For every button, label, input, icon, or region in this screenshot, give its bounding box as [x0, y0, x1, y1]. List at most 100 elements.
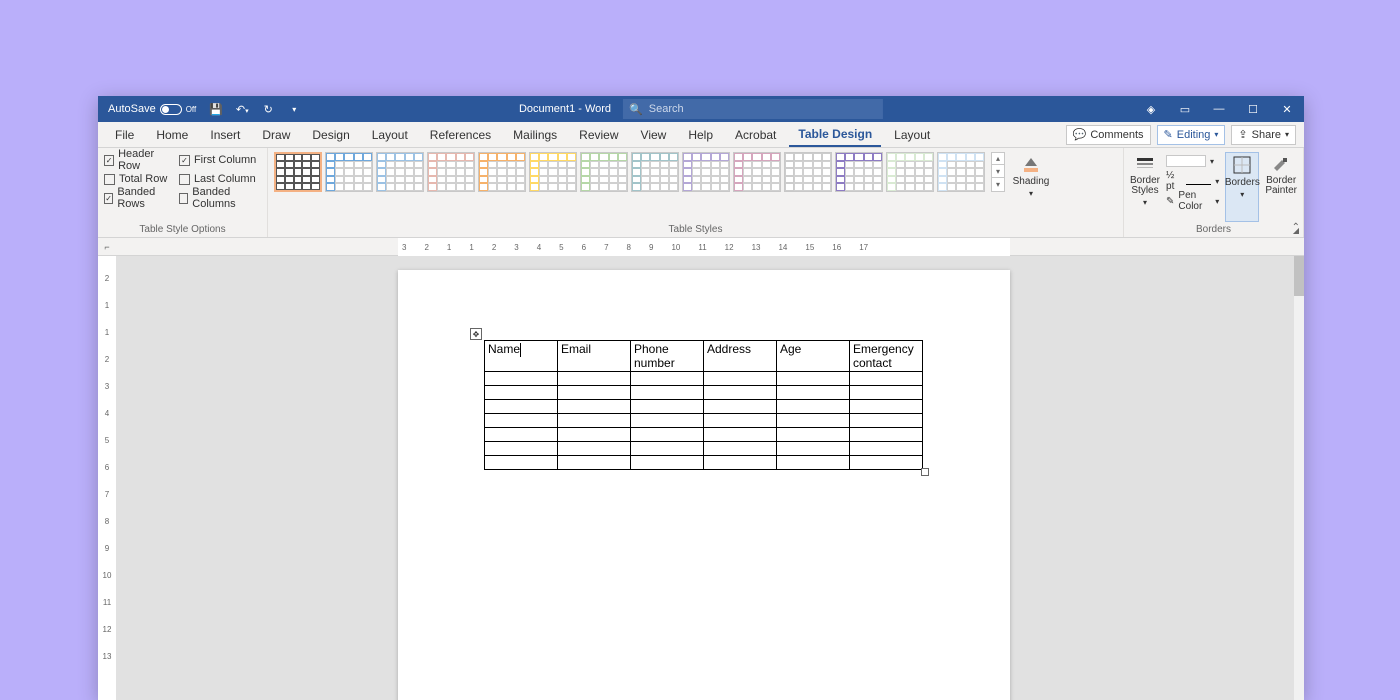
table-row[interactable]: [485, 400, 923, 414]
horizontal-ruler[interactable]: 3211234567891011121314151617: [398, 238, 1010, 256]
table-style-thumb[interactable]: [325, 152, 373, 192]
table-cell[interactable]: [704, 428, 777, 442]
border-painter-button[interactable]: Border Painter: [1265, 152, 1297, 222]
border-weight[interactable]: ½ pt▾: [1166, 172, 1219, 190]
maximize-button[interactable]: ☐: [1236, 96, 1270, 122]
table-style-thumb[interactable]: [427, 152, 475, 192]
table-resize-handle[interactable]: [921, 468, 929, 476]
autosave-toggle[interactable]: [160, 104, 182, 115]
table-row[interactable]: [485, 386, 923, 400]
table-cell[interactable]: [631, 400, 704, 414]
table-cell[interactable]: [631, 456, 704, 470]
table-cell[interactable]: [704, 400, 777, 414]
ribbon-display-icon[interactable]: ▭: [1168, 96, 1202, 122]
qat-customize-icon[interactable]: ▾: [284, 105, 304, 114]
table-cell[interactable]: [777, 400, 850, 414]
tab-acrobat[interactable]: Acrobat: [726, 122, 785, 147]
close-button[interactable]: ✕: [1270, 96, 1304, 122]
table-style-thumb[interactable]: [835, 152, 883, 192]
table-style-thumb[interactable]: [478, 152, 526, 192]
tab-home[interactable]: Home: [147, 122, 197, 147]
borders-button[interactable]: Borders ▾: [1225, 152, 1259, 222]
pen-color[interactable]: ✎Pen Color▾: [1166, 192, 1219, 210]
autosave-control[interactable]: AutoSave Off: [104, 101, 200, 117]
table-row[interactable]: [485, 456, 923, 470]
table-cell[interactable]: [777, 414, 850, 428]
table-cell[interactable]: [558, 428, 631, 442]
table-move-handle[interactable]: ✥: [470, 328, 482, 340]
table-row[interactable]: [485, 442, 923, 456]
table-cell[interactable]: [850, 456, 923, 470]
tab-design[interactable]: Design: [303, 122, 358, 147]
table-header-cell[interactable]: Email: [558, 341, 631, 372]
table-cell[interactable]: [485, 400, 558, 414]
checkbox-last-column[interactable]: Last Column: [179, 171, 261, 187]
table-cell[interactable]: [850, 386, 923, 400]
redo-icon[interactable]: ↻: [258, 103, 278, 116]
vertical-scrollbar[interactable]: [1294, 256, 1304, 700]
document-page[interactable]: ✥ NameEmailPhone numberAddressAgeEmergen…: [398, 270, 1010, 700]
comments-button[interactable]: 💬Comments: [1066, 125, 1151, 145]
table-cell[interactable]: [850, 428, 923, 442]
table-style-thumb[interactable]: [733, 152, 781, 192]
table-cell[interactable]: [558, 456, 631, 470]
table-style-thumb[interactable]: [376, 152, 424, 192]
table-cell[interactable]: [558, 372, 631, 386]
minimize-button[interactable]: ―: [1202, 96, 1236, 122]
border-styles-button[interactable]: Border Styles ▾: [1130, 152, 1160, 222]
tab-draw[interactable]: Draw: [253, 122, 299, 147]
table-cell[interactable]: [850, 372, 923, 386]
table-cell[interactable]: [704, 372, 777, 386]
table-cell[interactable]: [631, 442, 704, 456]
table-style-thumb[interactable]: [631, 152, 679, 192]
table-cell[interactable]: [631, 428, 704, 442]
tab-table-layout[interactable]: Layout: [885, 122, 939, 147]
table-header-cell[interactable]: Address: [704, 341, 777, 372]
table-cell[interactable]: [777, 428, 850, 442]
shading-button[interactable]: Shading ▾: [1011, 152, 1051, 198]
tab-layout[interactable]: Layout: [363, 122, 417, 147]
table-row[interactable]: [485, 414, 923, 428]
table-cell[interactable]: [777, 386, 850, 400]
document-table[interactable]: NameEmailPhone numberAddressAgeEmergency…: [484, 340, 923, 470]
table-cell[interactable]: [704, 386, 777, 400]
tab-references[interactable]: References: [421, 122, 500, 147]
scroll-up-icon[interactable]: ▴: [992, 153, 1004, 165]
table-header-cell[interactable]: Age: [777, 341, 850, 372]
document-area[interactable]: ✥ NameEmailPhone numberAddressAgeEmergen…: [116, 256, 1304, 700]
table-style-gallery[interactable]: [274, 152, 985, 192]
checkbox-first-column[interactable]: First Column: [179, 152, 261, 168]
search-input[interactable]: [649, 103, 877, 115]
search-box[interactable]: 🔍: [623, 99, 883, 119]
checkbox-banded-columns[interactable]: Banded Columns: [179, 190, 261, 206]
table-cell[interactable]: [704, 456, 777, 470]
table-cell[interactable]: [777, 456, 850, 470]
table-row[interactable]: [485, 428, 923, 442]
table-cell[interactable]: [631, 386, 704, 400]
tab-view[interactable]: View: [632, 122, 676, 147]
table-header-cell[interactable]: Phone number: [631, 341, 704, 372]
share-button[interactable]: ⇪Share▾: [1231, 125, 1296, 145]
vertical-ruler[interactable]: 2112345678910111213: [98, 256, 116, 700]
table-header-cell[interactable]: Name: [485, 341, 558, 372]
tab-mailings[interactable]: Mailings: [504, 122, 566, 147]
table-cell[interactable]: [485, 456, 558, 470]
table-cell[interactable]: [485, 428, 558, 442]
table-cell[interactable]: [558, 386, 631, 400]
table-cell[interactable]: [558, 400, 631, 414]
table-style-thumb[interactable]: [784, 152, 832, 192]
tab-file[interactable]: File: [106, 122, 143, 147]
border-line-style[interactable]: ▾: [1166, 152, 1219, 170]
table-style-thumb[interactable]: [886, 152, 934, 192]
table-style-thumb[interactable]: [937, 152, 985, 192]
table-cell[interactable]: [631, 372, 704, 386]
editing-button[interactable]: ✎Editing▾: [1157, 125, 1226, 145]
table-cell[interactable]: [558, 442, 631, 456]
save-icon[interactable]: 💾: [206, 103, 226, 116]
ruler-corner-icon[interactable]: ⌐: [98, 238, 116, 256]
scrollbar-thumb[interactable]: [1294, 256, 1304, 296]
checkbox-total-row[interactable]: Total Row: [104, 171, 173, 187]
table-cell[interactable]: [704, 442, 777, 456]
table-cell[interactable]: [777, 442, 850, 456]
collapse-ribbon-icon[interactable]: ⌃: [1292, 222, 1300, 233]
